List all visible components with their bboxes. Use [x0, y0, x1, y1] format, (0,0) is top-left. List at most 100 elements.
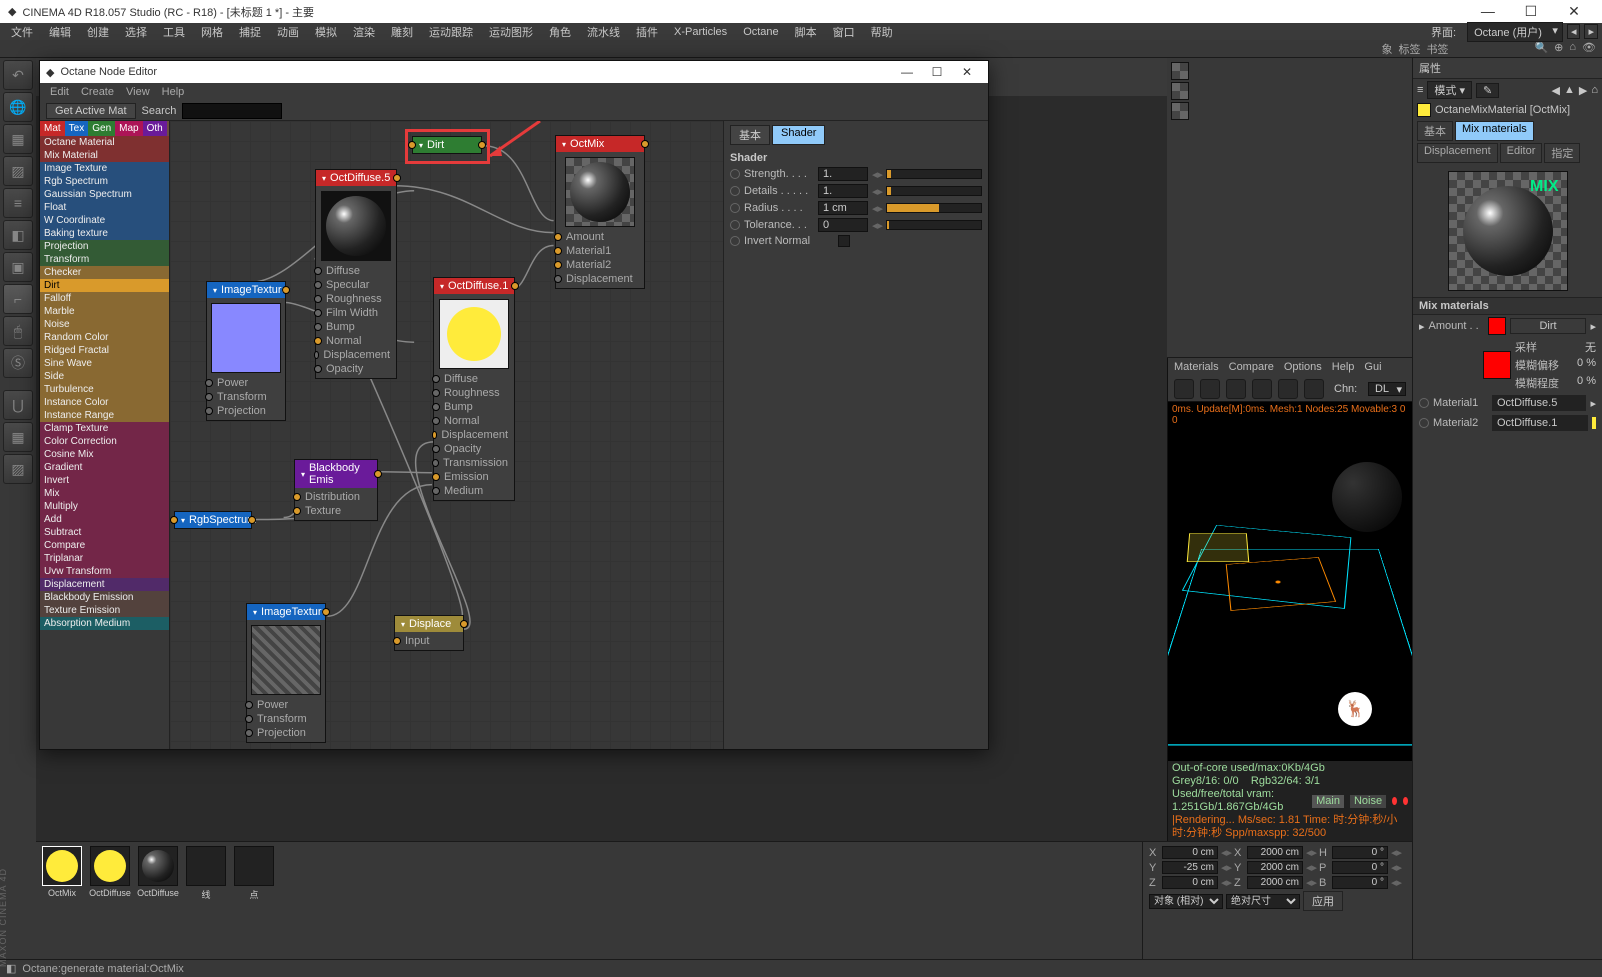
- menu-item[interactable]: 动画: [270, 24, 306, 40]
- cat-tab-map[interactable]: Map: [115, 121, 142, 136]
- sidebar-item[interactable]: Cosine Mix: [40, 448, 169, 461]
- sidebar-item[interactable]: Side: [40, 370, 169, 383]
- live-menu-gui[interactable]: Gui: [1364, 361, 1381, 373]
- menu-item[interactable]: 流水线: [580, 24, 627, 40]
- menu-item[interactable]: 工具: [156, 24, 192, 40]
- menu-item[interactable]: 编辑: [42, 24, 78, 40]
- cat-tab-tex[interactable]: Tex: [65, 121, 89, 136]
- node-imagetexture[interactable]: ▾ImageTexture Power Transform Projection: [206, 281, 286, 421]
- layout-dropdown[interactable]: Octane (用户): [1467, 22, 1563, 42]
- sidebar-item[interactable]: Image Texture: [40, 162, 169, 175]
- amount-swatch[interactable]: [1488, 317, 1506, 335]
- sidebar-item[interactable]: Absorption Medium: [40, 617, 169, 630]
- maximize-button[interactable]: ☐: [1511, 3, 1551, 20]
- menu-item[interactable]: 文件: [4, 24, 40, 40]
- eye-icon[interactable]: 👁: [1582, 41, 1596, 57]
- node-menu-create[interactable]: Create: [81, 86, 114, 98]
- node-minimize-button[interactable]: —: [892, 65, 922, 79]
- attr-tab[interactable]: Editor: [1500, 143, 1543, 163]
- sidebar-item[interactable]: Gaussian Spectrum: [40, 188, 169, 201]
- menu-item[interactable]: 选择: [118, 24, 154, 40]
- size-x[interactable]: [1247, 846, 1303, 859]
- node-octmix[interactable]: ▾OctMix Amount Material1 Material2 Displ…: [555, 135, 645, 289]
- material-thumb[interactable]: [90, 846, 130, 886]
- sidebar-item[interactable]: Dirt: [40, 279, 169, 292]
- coord-y[interactable]: [1162, 861, 1218, 874]
- nav-prev-icon[interactable]: ◀: [1552, 84, 1560, 97]
- checker-icon[interactable]: ▨: [3, 156, 33, 186]
- sidebar-item[interactable]: W Coordinate: [40, 214, 169, 227]
- radius-field[interactable]: 1 cm: [818, 201, 868, 215]
- sidebar-item[interactable]: Invert: [40, 474, 169, 487]
- sidebar-item[interactable]: Clamp Texture: [40, 422, 169, 435]
- nav-next-icon[interactable]: ▶: [1579, 84, 1587, 97]
- live-menu-options[interactable]: Options: [1284, 361, 1322, 373]
- node-imagetexture-2[interactable]: ▾ImageTexture Power Transform Projection: [246, 603, 326, 743]
- node-displace[interactable]: ▾Displace Input: [394, 615, 464, 651]
- menu-item[interactable]: 网格: [194, 24, 230, 40]
- menu-item[interactable]: 运动跟踪: [422, 24, 480, 40]
- attr-menu-icon[interactable]: ≡: [1417, 84, 1423, 96]
- node-rgbspectrum[interactable]: ▾RgbSpectrum: [174, 511, 252, 529]
- cube-icon[interactable]: ▦: [3, 124, 33, 154]
- node-octdiffuse1[interactable]: ▾OctDiffuse.1 Diffuse Roughness Bump Nor…: [433, 277, 515, 501]
- nav-up-icon[interactable]: ▲: [1564, 84, 1575, 96]
- sidebar-item[interactable]: Float: [40, 201, 169, 214]
- sidebar-item[interactable]: Instance Color: [40, 396, 169, 409]
- sidebar-item[interactable]: Sine Wave: [40, 357, 169, 370]
- sidebar-item[interactable]: Compare: [40, 539, 169, 552]
- s-icon[interactable]: Ⓢ: [3, 348, 33, 378]
- tab-item[interactable]: 标签: [1398, 41, 1420, 57]
- rot-h[interactable]: [1332, 846, 1388, 859]
- material-thumb[interactable]: [42, 846, 82, 886]
- angle-icon[interactable]: ⌐: [3, 284, 33, 314]
- gear-icon[interactable]: [1174, 379, 1194, 399]
- lock-icon[interactable]: [1200, 379, 1220, 399]
- mat-thumb-icon[interactable]: [1171, 62, 1189, 80]
- mat1-menu-icon[interactable]: ▸: [1590, 397, 1596, 410]
- undo-icon[interactable]: ↶: [3, 60, 33, 90]
- menu-item[interactable]: X-Particles: [667, 26, 734, 38]
- sidebar-item[interactable]: Rgb Spectrum: [40, 175, 169, 188]
- globe-icon[interactable]: 🌐: [3, 92, 33, 122]
- menu-item[interactable]: 窗口: [826, 24, 862, 40]
- sidebar-item[interactable]: Color Correction: [40, 435, 169, 448]
- menu-item[interactable]: 捕捉: [232, 24, 268, 40]
- close-button[interactable]: ✕: [1554, 3, 1594, 20]
- attr-edit-button[interactable]: ✎: [1476, 83, 1499, 98]
- invert-normal-checkbox[interactable]: [838, 235, 850, 247]
- sidebar-item[interactable]: Random Color: [40, 331, 169, 344]
- sidebar-item[interactable]: Octane Material: [40, 136, 169, 149]
- sidebar-item[interactable]: Checker: [40, 266, 169, 279]
- menu-item[interactable]: 角色: [542, 24, 578, 40]
- material-thumb[interactable]: [186, 846, 226, 886]
- cat-tab-gen[interactable]: Gen: [88, 121, 115, 136]
- sidebar-item[interactable]: Blackbody Emission: [40, 591, 169, 604]
- sidebar-item[interactable]: Baking texture: [40, 227, 169, 240]
- rot-b[interactable]: [1332, 876, 1388, 889]
- sidebar-item[interactable]: Add: [40, 513, 169, 526]
- hatch-icon[interactable]: ▨: [3, 454, 33, 484]
- sidebar-item[interactable]: Mix Material: [40, 149, 169, 162]
- size-z[interactable]: [1247, 876, 1303, 889]
- tab-noise[interactable]: Noise: [1350, 795, 1386, 808]
- sphere-icon[interactable]: [1226, 379, 1246, 399]
- get-active-mat-button[interactable]: Get Active Mat: [46, 103, 136, 119]
- node-menu-help[interactable]: Help: [162, 86, 185, 98]
- node-graph-canvas[interactable]: ▾Dirt ▾OctMix Amount Material1 Material2: [170, 121, 723, 749]
- node-close-button[interactable]: ✕: [952, 65, 982, 79]
- tolerance-slider[interactable]: [886, 220, 982, 230]
- mat-thumb-icon[interactable]: [1171, 102, 1189, 120]
- sidebar-item[interactable]: Transform: [40, 253, 169, 266]
- coord-x[interactable]: [1162, 846, 1218, 859]
- node-blackbody-emis[interactable]: ▾Blackbody Emis Distribution Texture: [294, 459, 378, 521]
- amount-shader-button[interactable]: Dirt: [1510, 318, 1587, 334]
- strength-field[interactable]: 1.: [818, 167, 868, 181]
- sidebar-item[interactable]: Mix: [40, 487, 169, 500]
- sidebar-item[interactable]: Multiply: [40, 500, 169, 513]
- radius-slider[interactable]: [886, 203, 982, 213]
- menu-item[interactable]: 帮助: [864, 24, 900, 40]
- magnet-icon[interactable]: ⋃: [3, 390, 33, 420]
- size-mode-select[interactable]: 绝对尺寸: [1226, 894, 1300, 909]
- material1-field[interactable]: OctDiffuse.5: [1492, 395, 1586, 411]
